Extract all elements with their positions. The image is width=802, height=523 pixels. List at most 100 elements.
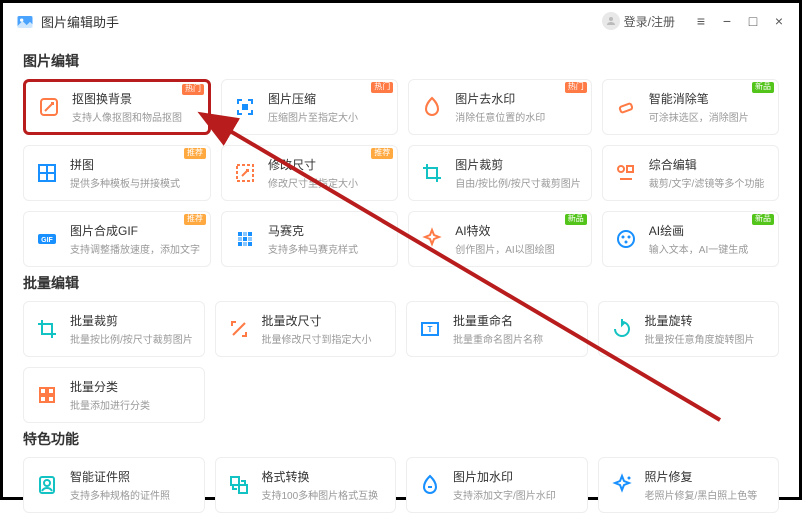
card-desc: 可涂抹选区，消除图片 [649,109,749,124]
card-text: 批量裁剪批量按比例/按尺寸裁剪图片 [70,312,193,346]
login-label: 登录/注册 [624,13,675,30]
card-desc: 创作图片，AI以图绘图 [455,241,554,256]
card-desc: 批量添加进行分类 [70,397,150,412]
card-text: 批量改尺寸批量修改尺寸到指定大小 [262,312,372,346]
login-button[interactable]: 登录/注册 [602,12,675,30]
crop-icon [419,160,445,186]
card-batch-crop[interactable]: 批量裁剪批量按比例/按尺寸裁剪图片 [23,301,205,357]
ai-effect-icon [419,226,445,252]
card-title: 图片裁剪 [455,156,581,173]
grid-batch: 批量裁剪批量按比例/按尺寸裁剪图片批量改尺寸批量修改尺寸到指定大小T批量重命名批… [23,301,779,423]
titlebar-right: 登录/注册 ≡ − □ × [602,12,787,30]
card-text: 智能消除笔可涂抹选区，消除图片 [649,90,749,124]
card-title: 拼图 [70,156,180,173]
card-title: 批量旋转 [645,312,755,329]
card-dewatermark[interactable]: 图片去水印消除任意位置的水印 热门 [408,79,592,135]
card-convert[interactable]: 格式转换支持100多种图片格式互换 [215,457,397,513]
svg-text:GIF: GIF [41,237,53,244]
card-desc: 消除任意位置的水印 [455,109,545,124]
card-crop[interactable]: 图片裁剪自由/按比例/按尺寸裁剪图片 [408,145,592,201]
card-title: 图片合成GIF [70,222,200,239]
card-compress[interactable]: 图片压缩压缩图片至指定大小 热门 [221,79,398,135]
convert-icon [226,472,252,498]
badge-new: 新品 [752,82,774,93]
badge-rec: 推荐 [184,214,206,225]
card-mosaic[interactable]: 马赛克支持多种马赛克样式 [221,211,398,267]
card-multiedit[interactable]: 综合编辑裁剪/文字/滤镜等多个功能 [602,145,779,201]
card-ai-draw[interactable]: AI绘画输入文本，AI一键生成新品 [602,211,779,267]
card-text: 照片修复老照片修复/黑白照上色等 [645,468,758,502]
card-text: AI特效创作图片，AI以图绘图 [455,222,554,256]
card-text: 拼图提供多种模板与拼接模式 [70,156,180,190]
resize-icon [232,160,258,186]
maximize-button[interactable]: □ [745,13,761,29]
watermark-icon [417,472,443,498]
card-desc: 输入文本，AI一键生成 [649,241,748,256]
avatar-icon [602,12,620,30]
badge-hot: 热门 [565,82,587,93]
card-watermark[interactable]: 图片加水印支持添加文字/图片水印 [406,457,588,513]
card-text: 综合编辑裁剪/文字/滤镜等多个功能 [649,156,765,190]
card-id-photo[interactable]: 智能证件照支持多种规格的证件照 [23,457,205,513]
badge-new: 新品 [752,214,774,225]
grid-edit: 抠图换背景支持人像抠图和物品抠图热门图片压缩压缩图片至指定大小热门图片去水印消除… [23,79,779,267]
batch-sort-icon [34,382,60,408]
card-text: 图片压缩压缩图片至指定大小 [268,90,358,124]
card-ai-effect[interactable]: AI特效创作图片，AI以图绘图新品 [408,211,592,267]
minimize-button[interactable]: − [719,13,735,29]
card-text: 抠图换背景支持人像抠图和物品抠图 [72,90,182,124]
card-batch-rotate[interactable]: 批量旋转批量按任意角度旋转图片 [598,301,780,357]
card-desc: 批量重命名图片名称 [453,331,543,346]
section-title-special: 特色功能 [23,429,779,449]
badge-new: 新品 [565,214,587,225]
content-area: 图片编辑 抠图换背景支持人像抠图和物品抠图热门图片压缩压缩图片至指定大小热门图片… [3,39,799,523]
titlebar: 图片编辑助手 登录/注册 ≡ − □ × [3,3,799,39]
card-desc: 裁剪/文字/滤镜等多个功能 [649,175,765,190]
menu-button[interactable]: ≡ [693,13,709,29]
section-title-edit: 图片编辑 [23,51,779,71]
card-desc: 自由/按比例/按尺寸裁剪图片 [455,175,581,190]
card-cutout[interactable]: 抠图换背景支持人像抠图和物品抠图热门 [23,79,211,135]
card-title: 智能证件照 [70,468,170,485]
close-button[interactable]: × [771,13,787,29]
card-collage[interactable]: 拼图提供多种模板与拼接模式推荐 [23,145,211,201]
card-text: 批量旋转批量按任意角度旋转图片 [645,312,755,346]
card-text: 格式转换支持100多种图片格式互换 [262,468,379,502]
card-title: 图片去水印 [455,90,545,107]
batch-rename-icon: T [417,316,443,342]
card-eraser[interactable]: 智能消除笔可涂抹选区，消除图片新品 [602,79,779,135]
cutout-icon [36,94,62,120]
batch-resize-icon [226,316,252,342]
badge-rec: 推荐 [184,148,206,159]
card-title: 批量分类 [70,378,150,395]
card-text: 修改尺寸修改尺寸至指定大小 [268,156,358,190]
compress-icon [232,94,258,120]
card-text: 智能证件照支持多种规格的证件照 [70,468,170,502]
card-batch-rename[interactable]: T 批量重命名批量重命名图片名称 [406,301,588,357]
app-title: 图片编辑助手 [41,12,119,31]
card-title: 批量裁剪 [70,312,193,329]
card-gif[interactable]: GIF图片合成GIF支持调整播放速度，添加文字推荐 [23,211,211,267]
card-title: 综合编辑 [649,156,765,173]
card-desc: 支持多种马赛克样式 [268,241,358,256]
card-text: 图片去水印消除任意位置的水印 [455,90,545,124]
card-title: 批量重命名 [453,312,543,329]
dewatermark-icon [419,94,445,120]
batch-rotate-icon [609,316,635,342]
card-title: 批量改尺寸 [262,312,372,329]
card-desc: 提供多种模板与拼接模式 [70,175,180,190]
mosaic-icon [232,226,258,252]
svg-text:T: T [428,325,433,334]
card-text: 马赛克支持多种马赛克样式 [268,222,358,256]
batch-crop-icon [34,316,60,342]
card-title: 格式转换 [262,468,379,485]
multiedit-icon [613,160,639,186]
card-batch-sort[interactable]: 批量分类批量添加进行分类 [23,367,205,423]
badge-hot: 热门 [371,82,393,93]
card-resize[interactable]: 修改尺寸修改尺寸至指定大小推荐 [221,145,398,201]
card-batch-resize[interactable]: 批量改尺寸批量修改尺寸到指定大小 [215,301,397,357]
app-logo-icon [15,11,35,31]
grid-special: 智能证件照支持多种规格的证件照 格式转换支持100多种图片格式互换图片加水印支持添… [23,457,779,513]
card-title: 智能消除笔 [649,90,749,107]
card-repair[interactable]: 照片修复老照片修复/黑白照上色等 [598,457,780,513]
